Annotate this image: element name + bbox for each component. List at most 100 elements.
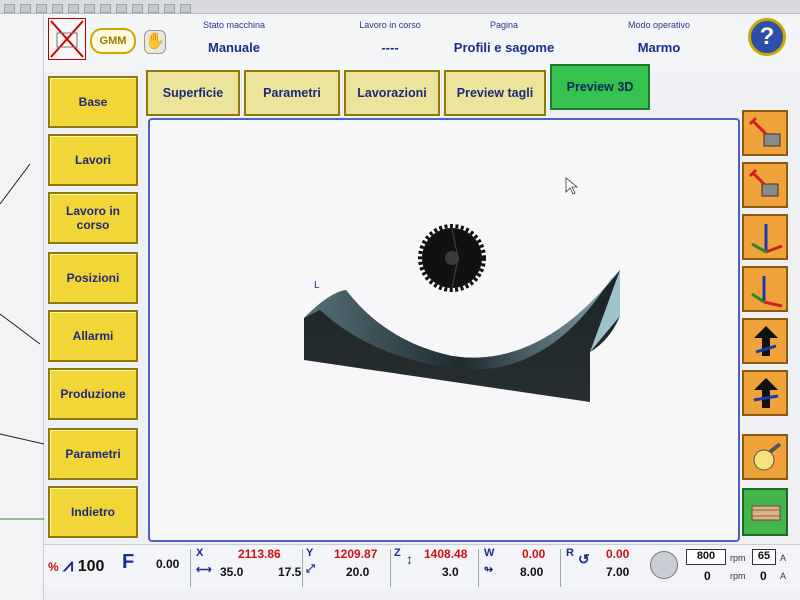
spindle-icon <box>650 551 678 579</box>
desktop-icon <box>148 4 159 13</box>
divider <box>302 549 303 587</box>
feed-value: 100 <box>77 558 105 575</box>
rpm-actual: 0 <box>704 569 711 583</box>
axis-status-bar: % ⩘ 100 F 0.00 X ⟷ 2113.86 35.0 17.5 Y ⤢… <box>44 544 800 590</box>
desktop-icon <box>4 4 15 13</box>
divider <box>390 549 391 587</box>
tab-superficie[interactable]: Superficie <box>146 70 240 116</box>
machine-state: Stato macchina Manuale <box>184 20 284 55</box>
nav-indietro[interactable]: Indietro <box>48 486 138 538</box>
tool-remove-icon <box>748 168 779 197</box>
x-sub-2: 17.5 <box>278 565 302 579</box>
desktop-toolbar-strip <box>0 0 800 14</box>
tool-remove-button[interactable] <box>742 162 788 208</box>
move-up-button[interactable] <box>742 318 788 364</box>
axis-marker-label: L <box>314 280 320 291</box>
x-position: 2113.86 <box>238 547 281 561</box>
tab-preview-3d[interactable]: Preview 3D <box>550 64 650 110</box>
z-arrow-icon: ↕ <box>406 551 413 567</box>
slab-button[interactable] <box>742 488 788 536</box>
r-rotate-icon: ↺ <box>578 551 590 567</box>
r-sub: 7.00 <box>606 565 630 579</box>
y-position: 1209.87 <box>334 547 378 561</box>
nav-posizioni[interactable]: Posizioni <box>48 252 138 304</box>
desktop-icon <box>180 4 191 13</box>
desktop-icon <box>116 4 127 13</box>
z-position: 1408.48 <box>424 547 468 561</box>
desktop-icon <box>36 4 47 13</box>
desktop-icon <box>20 4 31 13</box>
nav-base[interactable]: Base <box>48 76 138 128</box>
move-up-alt-icon <box>753 378 779 408</box>
nav-lavori[interactable]: Lavori <box>48 134 138 186</box>
nav-allarmi[interactable]: Allarmi <box>48 310 138 362</box>
axis-view-iso-button[interactable] <box>742 266 788 312</box>
job-value: ---- <box>381 40 399 55</box>
amp-unit: A <box>780 553 787 563</box>
mouse-cursor-icon <box>565 177 579 195</box>
rpm-unit-2: rpm <box>730 571 746 581</box>
desktop-icon <box>100 4 111 13</box>
slab-icon <box>751 505 781 521</box>
desktop-icon <box>68 4 79 13</box>
f-label: F <box>122 551 135 573</box>
mode-label: Modo operativo <box>627 20 691 30</box>
move-up-alt-button[interactable] <box>742 370 788 416</box>
page-info: Pagina Profili e sagome <box>444 20 564 55</box>
page-label: Pagina <box>489 20 519 30</box>
nav-lavoro-in-corso[interactable]: Lavoro in corso <box>48 192 138 244</box>
rpm-unit: rpm <box>730 553 746 563</box>
w-position: 0.00 <box>522 547 546 561</box>
axis-view-iso-icon <box>751 276 783 308</box>
lamp-button[interactable] <box>742 434 788 480</box>
tab-lavorazioni[interactable]: Lavorazioni <box>344 70 440 116</box>
x-arrow-icon: ⟷ <box>196 564 212 576</box>
w-sub: 8.00 <box>520 565 544 579</box>
manual-hand-icon: ✋ <box>144 30 166 54</box>
w-arrow-icon: ↬ <box>484 564 494 576</box>
x-sub-1: 35.0 <box>220 565 244 579</box>
tool-change-icon <box>748 116 781 147</box>
desktop-icon <box>164 4 175 13</box>
job-status: Lavoro in corso ---- <box>340 20 440 55</box>
machine-state-label: Stato macchina <box>202 20 266 30</box>
lamp-icon <box>753 442 782 471</box>
nav-produzione[interactable]: Produzione <box>48 368 138 420</box>
z-axis-label: Z <box>394 547 401 559</box>
machine-state-value: Manuale <box>207 40 260 55</box>
saw-blade <box>418 224 486 292</box>
r-axis-label: R <box>566 547 574 559</box>
screen: GMM ✋ Stato macchina Manuale Lavoro in c… <box>0 0 800 600</box>
preview-3d-viewport[interactable]: L <box>148 118 740 542</box>
desktop-icon <box>132 4 143 13</box>
brand-logo: GMM <box>90 28 136 54</box>
help-button[interactable]: ? <box>748 18 786 56</box>
nav-parametri[interactable]: Parametri <box>48 428 138 480</box>
background-cad-area <box>0 14 44 600</box>
tool-change-button[interactable] <box>742 110 788 156</box>
desktop-icon <box>52 4 63 13</box>
tab-parametri[interactable]: Parametri <box>244 70 340 116</box>
header: GMM ✋ Stato macchina Manuale Lavoro in c… <box>44 14 800 72</box>
r-position: 0.00 <box>606 547 630 561</box>
move-up-icon <box>754 326 778 356</box>
emergency-disabled-icon <box>48 18 86 60</box>
rpm-setpoint[interactable]: 800 <box>686 549 726 565</box>
amp-setpoint[interactable]: 65 <box>752 549 776 565</box>
operating-mode: Modo operativo Marmo <box>604 20 714 55</box>
x-axis-label: X <box>196 547 204 559</box>
axis-view-front-button[interactable] <box>742 214 788 260</box>
divider <box>478 549 479 587</box>
w-axis-label: W <box>484 547 495 559</box>
divider <box>560 549 561 587</box>
amp-actual: 0 <box>760 569 767 583</box>
tab-preview-tagli[interactable]: Preview tagli <box>444 70 546 116</box>
amp-unit-2: A <box>780 571 787 581</box>
f-value: 0.00 <box>156 557 180 571</box>
z-sub: 3.0 <box>442 565 459 579</box>
desktop-icon <box>84 4 95 13</box>
feed-zigzag-icon: ⩘ <box>63 555 74 575</box>
y-axis-label: Y <box>306 547 314 559</box>
job-label: Lavoro in corso <box>359 20 421 30</box>
page-value: Profili e sagome <box>453 40 555 55</box>
